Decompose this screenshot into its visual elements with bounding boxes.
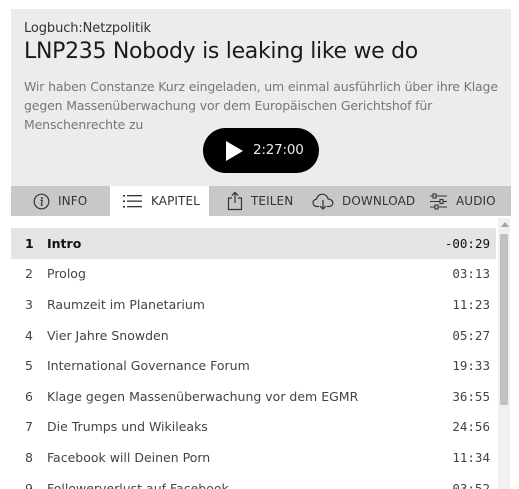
chapter-row[interactable]: 9 Followerverlust auf Facebook 03:52 — [11, 473, 496, 489]
episode-description: Wir haben Constanze Kurz eingeladen, um … — [24, 79, 498, 132]
chapter-row[interactable]: 2 Prolog 03:13 — [11, 259, 496, 290]
player-header: Logbuch:Netzpolitik LNP235 Nobody is lea… — [11, 9, 511, 186]
scroll-up-arrow-icon[interactable] — [501, 222, 509, 227]
tab-audio-label: AUDIO — [456, 194, 496, 208]
tab-teilen[interactable]: TEILEN — [227, 186, 293, 216]
tab-info[interactable]: INFO — [33, 186, 87, 216]
show-title[interactable]: Logbuch:Netzpolitik — [24, 21, 151, 36]
chapter-title: Klage gegen Massenüberwachung vor dem EG… — [47, 388, 359, 404]
chapter-time: 36:55 — [452, 388, 490, 404]
chapter-time: 24:56 — [452, 419, 490, 435]
chapter-row[interactable]: 1 Intro -00:29 — [11, 228, 496, 259]
list-icon — [123, 194, 142, 208]
play-button[interactable]: 2:27:00 — [203, 128, 319, 173]
episode-duration: 2:27:00 — [253, 142, 304, 158]
chapter-time: 19:33 — [452, 358, 490, 374]
chapter-number: 9 — [25, 480, 33, 489]
chapter-list-scrollbar[interactable] — [498, 218, 510, 489]
chapter-title: Followerverlust auf Facebook — [47, 480, 229, 489]
chapter-time: 11:34 — [452, 449, 490, 465]
tab-download-label: DOWNLOAD — [342, 194, 416, 208]
chapter-time: 11:23 — [452, 296, 490, 312]
chapter-number: 8 — [25, 449, 33, 465]
chapter-title: International Governance Forum — [47, 358, 250, 374]
chapter-number: 7 — [25, 419, 33, 435]
tab-bar: INFO KAPITEL TEILEN DOWNLOAD AUDIO — [11, 186, 511, 216]
episode-title[interactable]: LNP235 Nobody is leaking like we do — [24, 39, 418, 64]
chapter-number: 3 — [25, 296, 33, 312]
chapter-time: 03:13 — [452, 266, 490, 282]
chapter-title: Prolog — [47, 266, 86, 282]
tab-kapitel[interactable]: KAPITEL — [110, 186, 209, 216]
scroll-thumb[interactable] — [500, 234, 508, 405]
chapter-row[interactable]: 8 Facebook will Deinen Porn 11:34 — [11, 442, 496, 473]
tab-audio[interactable]: AUDIO — [429, 186, 496, 216]
chapter-time: -00:29 — [444, 235, 490, 251]
chapter-title: Raumzeit im Planetarium — [47, 296, 205, 312]
chapter-number: 4 — [25, 327, 33, 343]
chapter-title: Facebook will Deinen Porn — [47, 449, 211, 465]
chapter-row[interactable]: 5 International Governance Forum 19:33 — [11, 350, 496, 381]
tab-kapitel-label: KAPITEL — [151, 194, 200, 208]
chapter-list: 1 Intro -00:29 2 Prolog 03:13 3 Raumzeit… — [11, 228, 496, 489]
chapter-row[interactable]: 7 Die Trumps und Wikileaks 24:56 — [11, 412, 496, 443]
share-icon — [227, 191, 243, 211]
sliders-icon — [430, 192, 447, 210]
chapter-title: Vier Jahre Snowden — [47, 327, 169, 343]
info-icon — [33, 193, 50, 209]
tab-info-label: INFO — [58, 194, 88, 208]
chapter-row[interactable]: 4 Vier Jahre Snowden 05:27 — [11, 320, 496, 351]
chapter-number: 1 — [25, 235, 34, 251]
podcast-player: Logbuch:Netzpolitik LNP235 Nobody is lea… — [11, 9, 511, 489]
chapter-number: 5 — [25, 358, 33, 374]
chapter-number: 6 — [25, 388, 33, 404]
chapter-time: 05:27 — [452, 327, 490, 343]
play-icon — [226, 141, 243, 161]
chapter-row[interactable]: 3 Raumzeit im Planetarium 11:23 — [11, 289, 496, 320]
chapter-number: 2 — [25, 266, 33, 282]
chapter-title: Intro — [47, 235, 82, 251]
chapter-time: 03:52 — [452, 480, 490, 489]
cloud-download-icon — [312, 193, 334, 210]
chapter-row[interactable]: 6 Klage gegen Massenüberwachung vor dem … — [11, 381, 496, 412]
tab-download[interactable]: DOWNLOAD — [312, 186, 415, 216]
chapter-title: Die Trumps und Wikileaks — [47, 419, 208, 435]
tab-teilen-label: TEILEN — [251, 194, 294, 208]
